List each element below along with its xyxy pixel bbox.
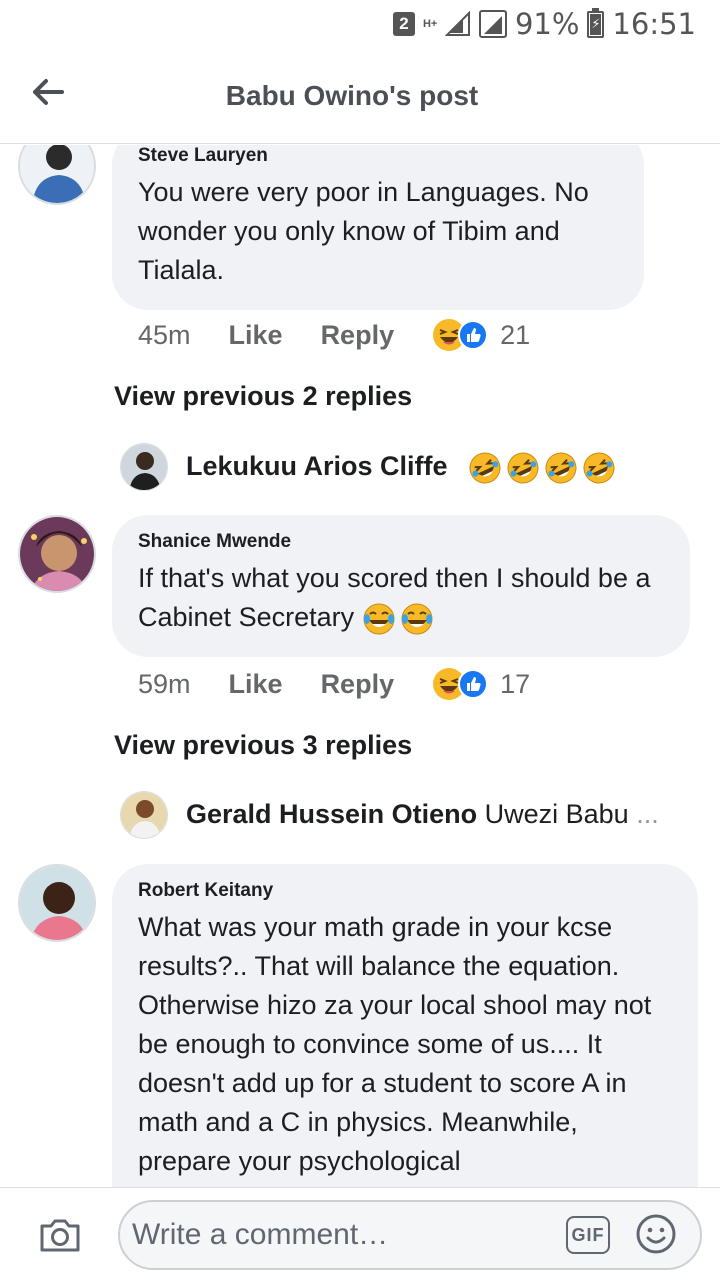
- rolling-laughing-emoji-icon: [583, 452, 615, 484]
- sim-badge: 2: [392, 12, 415, 36]
- view-previous-replies-link[interactable]: View previous 2 replies: [114, 381, 412, 412]
- comment-actions: 59m Like Reply 17: [138, 664, 530, 704]
- comment-time[interactable]: 59m: [138, 669, 191, 700]
- reply-emoji-group: [469, 452, 615, 484]
- avatar[interactable]: [18, 515, 96, 593]
- signal-icon: [444, 11, 470, 36]
- like-reaction-icon: [458, 669, 489, 699]
- reply-button[interactable]: Reply: [321, 669, 395, 700]
- camera-icon: [40, 1219, 80, 1252]
- comment-text: You were very poor in Languages. No wond…: [138, 177, 589, 285]
- network-type: H+: [422, 18, 438, 30]
- status-bar: 2 H+ 91% ⚡ 16:51: [0, 0, 720, 48]
- reply-ellipsis: ...: [636, 799, 659, 829]
- comment-actions: 45m Like Reply 21: [138, 315, 530, 355]
- like-button[interactable]: Like: [229, 669, 283, 700]
- comment-text: What was your math grade in your kcse re…: [138, 912, 652, 1176]
- reply-avatar[interactable]: [120, 443, 168, 491]
- reply-avatar[interactable]: [120, 791, 168, 839]
- reaction-summary[interactable]: [432, 318, 489, 352]
- clock: 16:51: [612, 7, 696, 41]
- reaction-count[interactable]: 17: [500, 669, 530, 700]
- battery-icon: ⚡: [587, 7, 605, 38]
- comment-bubble[interactable]: Shanice Mwende If that's what you scored…: [112, 515, 690, 657]
- avatar[interactable]: [18, 864, 96, 942]
- comment-time[interactable]: 45m: [138, 320, 191, 351]
- gif-button[interactable]: GIF: [566, 1216, 610, 1254]
- comments-feed[interactable]: Steve Lauryen You were very poor in Lang…: [0, 145, 720, 1187]
- tears-of-joy-emoji-icon: [363, 603, 395, 635]
- comment-field[interactable]: GIF: [118, 1200, 702, 1270]
- reply-button[interactable]: Reply: [321, 320, 395, 351]
- reply-snippet: Uwezi Babu: [484, 799, 629, 829]
- latest-reply-row[interactable]: Lekukuu Arios Cliffe: [120, 443, 680, 495]
- like-reaction-icon: [458, 320, 489, 350]
- comment-bubble[interactable]: Robert Keitany What was your math grade …: [112, 864, 698, 1187]
- comment-author[interactable]: Shanice Mwende: [138, 531, 664, 553]
- comment-author[interactable]: Robert Keitany: [138, 880, 672, 902]
- rolling-laughing-emoji-icon: [469, 452, 501, 484]
- sticker-button[interactable]: [635, 1213, 677, 1255]
- comment-author[interactable]: Steve Lauryen: [138, 145, 618, 167]
- comment-composer: GIF: [0, 1187, 720, 1280]
- latest-reply-row[interactable]: Gerald Hussein Otieno Uwezi Babu ...: [120, 791, 700, 843]
- comment-bubble[interactable]: Steve Lauryen You were very poor in Lang…: [112, 145, 644, 310]
- reply-author[interactable]: Lekukuu Arios Cliffe: [186, 451, 448, 481]
- tears-of-joy-emoji-icon: [401, 603, 433, 635]
- reaction-count[interactable]: 21: [500, 320, 530, 351]
- reaction-summary[interactable]: [432, 667, 489, 701]
- camera-button[interactable]: [38, 1216, 82, 1254]
- rolling-laughing-emoji-icon: [507, 452, 539, 484]
- view-previous-replies-link[interactable]: View previous 3 replies: [114, 730, 412, 761]
- avatar[interactable]: [18, 145, 96, 205]
- battery-percent: 91%: [514, 7, 580, 41]
- comment-input[interactable]: [132, 1202, 552, 1268]
- inline-emoji-group: [362, 602, 434, 636]
- reply-author[interactable]: Gerald Hussein Otieno: [186, 799, 477, 829]
- page-title: Babu Owino's post: [225, 80, 479, 111]
- post-header: Babu Owino's post: [0, 48, 720, 144]
- smiley-icon: [636, 1214, 676, 1254]
- rolling-laughing-emoji-icon: [545, 452, 577, 484]
- like-button[interactable]: Like: [229, 320, 283, 351]
- signal-icon-secondary: [478, 10, 507, 38]
